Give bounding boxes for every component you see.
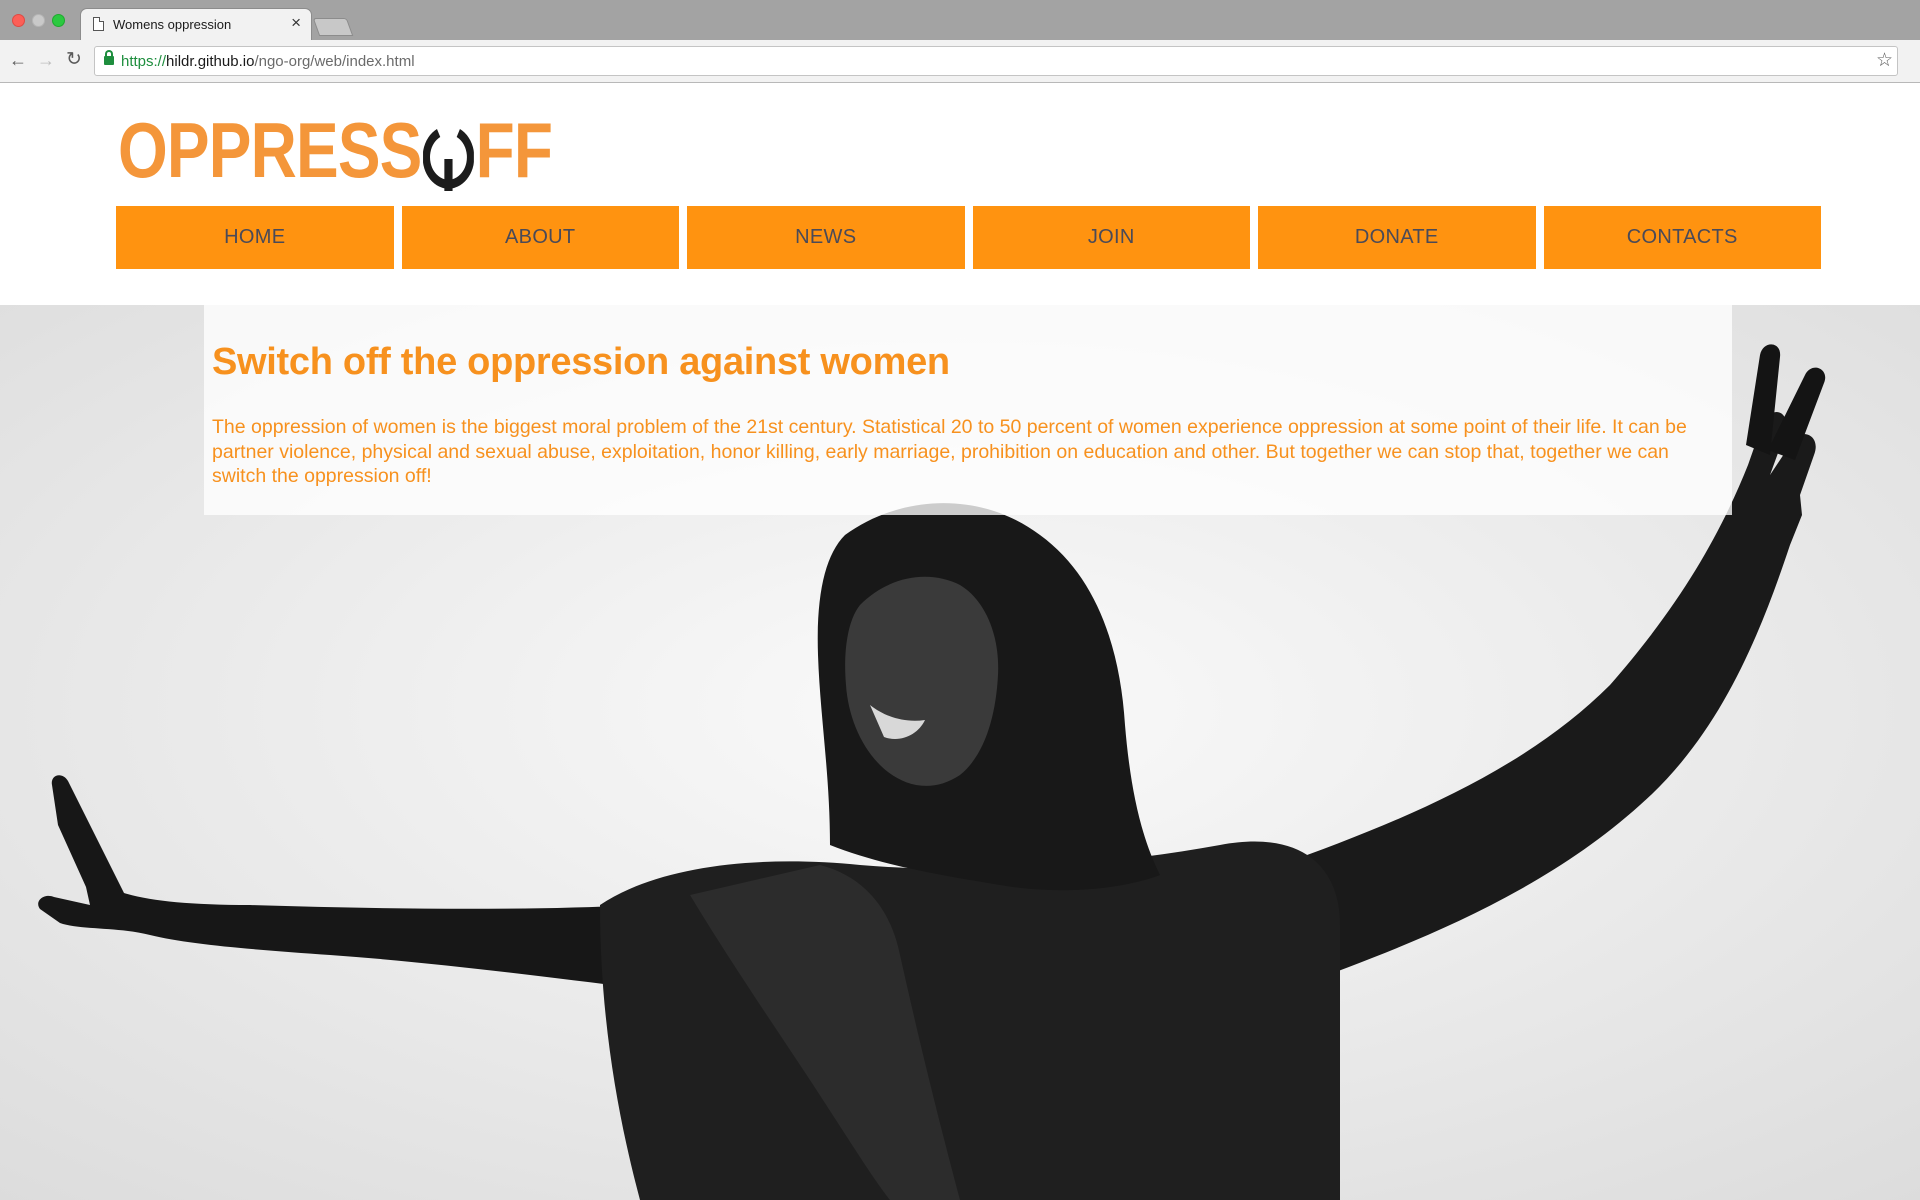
url-scheme: https:// xyxy=(121,53,167,70)
nav-join[interactable]: JOIN xyxy=(972,206,1250,269)
site-logo[interactable]: OPPRESS FF xyxy=(118,106,647,194)
browser-tab[interactable]: Womens oppression × xyxy=(80,8,312,40)
bookmark-star-icon[interactable]: ☆ xyxy=(1876,49,1893,72)
intro-paragraph: The oppression of women is the biggest m… xyxy=(212,416,1687,487)
page-document-icon xyxy=(93,17,104,31)
tab-title: Womens oppression xyxy=(113,17,232,32)
web-page: OPPRESS FF HOME ABOUT NEWS JOIN DONATE CO… xyxy=(0,83,1920,1200)
browser-title-bar: Womens oppression × xyxy=(0,0,1920,40)
logo-wordmark: OPPRESS FF xyxy=(118,106,553,194)
url-text[interactable]: https://hildr.github.io/ngo-org/web/inde… xyxy=(121,53,415,70)
url-path: /ngo-org/web/index.html xyxy=(254,53,415,70)
main-navigation: HOME ABOUT NEWS JOIN DONATE CONTACTS xyxy=(116,206,1821,269)
window-maximize-button[interactable] xyxy=(52,14,65,27)
window-minimize-button[interactable] xyxy=(32,14,45,27)
url-host: hildr.github.io xyxy=(166,53,255,70)
nav-home[interactable]: HOME xyxy=(116,206,394,269)
logo-text-right: FF xyxy=(475,106,553,194)
nav-news[interactable]: NEWS xyxy=(687,206,965,269)
nav-contacts[interactable]: CONTACTS xyxy=(1543,206,1821,269)
window-close-button[interactable] xyxy=(12,14,25,27)
tab-close-icon[interactable]: × xyxy=(291,14,301,31)
power-icon xyxy=(422,123,475,192)
nav-about[interactable]: ABOUT xyxy=(401,206,679,269)
lock-icon xyxy=(104,50,114,65)
forward-arrow-icon[interactable]: → xyxy=(36,50,56,70)
nav-donate[interactable]: DONATE xyxy=(1258,206,1536,269)
logo-text-left: OPPRESS xyxy=(118,106,422,194)
reload-icon[interactable]: ↻ xyxy=(64,50,84,70)
back-arrow-icon[interactable]: ← xyxy=(8,50,28,70)
new-tab-button[interactable] xyxy=(312,18,354,36)
intro-box: Switch off the oppression against women … xyxy=(204,305,1732,515)
browser-toolbar: ← → ↻ https://hildr.github.io/ngo-org/we… xyxy=(0,40,1920,83)
address-bar[interactable]: https://hildr.github.io/ngo-org/web/inde… xyxy=(94,46,1898,76)
hero-section: Switch off the oppression against women … xyxy=(0,305,1920,1200)
page-headline: Switch off the oppression against women xyxy=(212,341,950,383)
